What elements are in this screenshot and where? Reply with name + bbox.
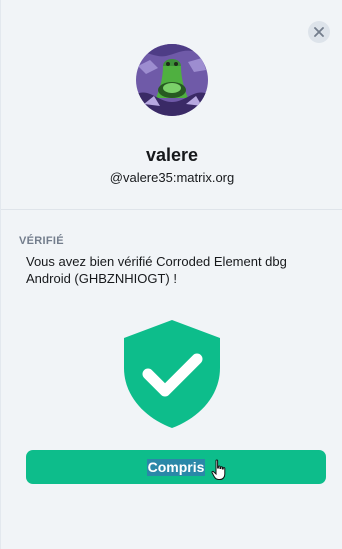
verified-message: Vous avez bien vérifié Corroded Element … (26, 254, 287, 286)
user-id: @valere35:matrix.org (109, 170, 235, 185)
close-icon (314, 27, 324, 37)
verified-heading: VÉRIFIÉ (19, 235, 64, 247)
hand-pointer-icon (211, 459, 227, 481)
verification-panel: valere @valere35:matrix.org VÉRIFIÉ Vous… (0, 0, 342, 549)
display-name: valere (145, 145, 199, 165)
done-button-label: Compris (146, 458, 206, 476)
divider (1, 209, 342, 210)
shield-check-icon (121, 318, 223, 430)
done-button[interactable]: Compris (26, 450, 326, 484)
avatar-image (136, 44, 208, 116)
close-button[interactable] (308, 21, 330, 43)
avatar[interactable] (136, 44, 208, 116)
